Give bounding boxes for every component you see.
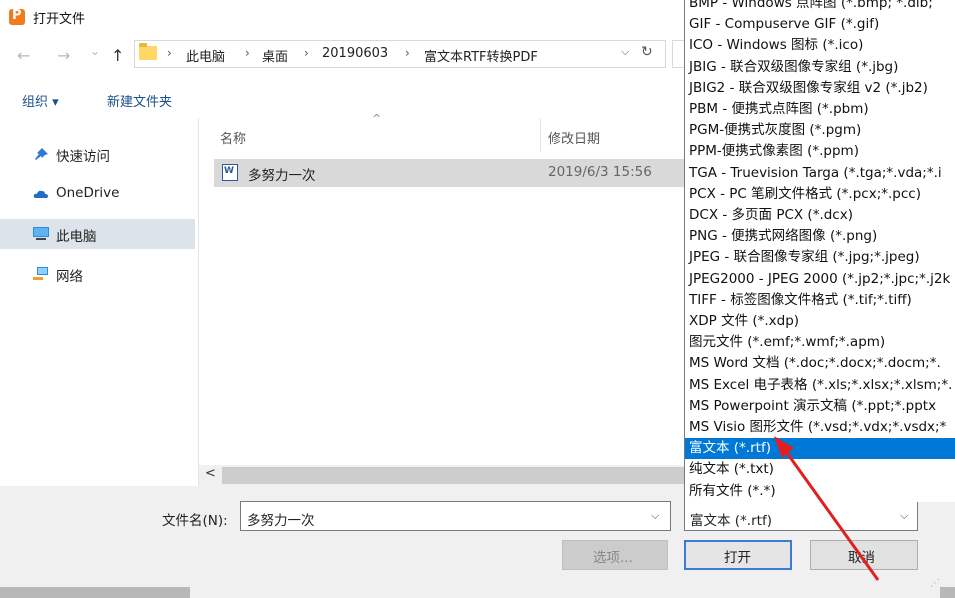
annotation-arrow-icon [774,436,880,581]
new-folder-button[interactable]: 新建文件夹 [107,91,172,110]
chevron-down-icon[interactable]: ⌵ [900,509,908,523]
back-arrow-icon[interactable]: ← [17,46,30,65]
breadcrumb-separator[interactable]: › [304,46,309,60]
breadcrumb-current-folder[interactable]: 富文本RTF转换PDF [424,46,538,65]
search-input[interactable] [672,40,684,68]
navigation-pane [0,118,199,486]
filename-value[interactable]: 多努力一次 [247,509,315,529]
column-header-name[interactable]: 名称 [220,128,246,147]
column-header-date[interactable]: 修改日期 [548,128,600,147]
file-date: 2019/6/3 15:56 [548,164,652,180]
filetype-option[interactable]: BMP - Windows 点阵图 (*.bmp; *.dib; [689,0,933,14]
filetype-option[interactable]: TIFF - 标签图像文件格式 (*.tif;*.tiff) [689,290,912,311]
breadcrumb-this-pc[interactable]: 此电脑 [186,46,225,65]
chevron-down-icon[interactable]: ⌵ [621,45,629,59]
breadcrumb-separator[interactable]: › [167,46,172,60]
recent-locations-icon[interactable]: ⌄ [90,44,100,58]
filetype-option[interactable]: DCX - 多页面 PCX (*.dcx) [689,205,853,226]
sidebar-item-label: 快速访问 [56,149,110,165]
filetype-option[interactable]: JBIG - 联合双级图像专家组 (*.jbg) [689,57,898,78]
scroll-left-icon[interactable]: < [205,466,216,481]
sidebar-item-onedrive[interactable]: OneDrive [0,179,195,209]
filetype-option[interactable]: JBIG2 - 联合双级图像专家组 v2 (*.jb2) [689,78,928,99]
breadcrumb-separator[interactable]: › [245,46,250,60]
filetype-option[interactable]: PNG - 便携式网络图像 (*.png) [689,226,877,247]
filetype-option[interactable]: PBM - 便携式点阵图 (*.pbm) [689,99,869,120]
filetype-option[interactable]: PGM-便携式灰度图 (*.pgm) [689,120,861,141]
breadcrumb-desktop[interactable]: 桌面 [262,46,288,65]
sidebar-item-label: 网络 [56,269,83,285]
options-button-label: 选项... [593,550,633,566]
sidebar-item-this-pc[interactable]: 此电脑 [0,219,195,249]
column-divider[interactable] [540,118,541,152]
folder-icon [139,43,157,60]
refresh-icon[interactable]: ↻ [641,44,653,60]
filetype-option[interactable]: PPM-便携式像素图 (*.ppm) [689,141,859,162]
filetype-option[interactable]: JPEG2000 - JPEG 2000 (*.jp2;*.jpc;*.j2k [689,269,950,290]
sort-ascending-icon: ^ [372,112,382,125]
filetype-option[interactable]: 图元文件 (*.emf;*.wmf;*.apm) [689,332,885,353]
organize-button[interactable]: 组织 ▾ [22,91,59,110]
forward-arrow-icon[interactable]: → [57,46,70,65]
window-title: 打开文件 [33,12,86,27]
filetype-option[interactable]: JPEG - 联合图像专家组 (*.jpg;*.jpeg) [689,247,920,268]
filetype-option[interactable]: GIF - Compuserve GIF (*.gif) [689,14,879,35]
open-button-label: 打开 [724,550,751,566]
sidebar-item-network[interactable]: 网络 [0,259,195,289]
filetype-option[interactable]: MS Word 文档 (*.doc;*.docx;*.docm;*. [689,353,941,374]
sidebar-item-label: 此电脑 [56,229,97,245]
cloud-icon [33,190,48,198]
breadcrumb-separator[interactable]: › [405,46,410,60]
filetype-option[interactable]: MS Powerpoint 演示文稿 (*.ppt;*.pptx [689,396,936,417]
filetype-option[interactable]: XDP 文件 (*.xdp) [689,311,799,332]
filetype-option[interactable]: PCX - PC 笔刷文件格式 (*.pcx;*.pcc) [689,184,921,205]
up-arrow-icon[interactable]: ↑ [111,46,124,65]
word-doc-icon [222,164,238,181]
chevron-down-icon[interactable]: ⌵ [651,509,659,523]
filetype-option[interactable]: MS Excel 电子表格 (*.xls;*.xlsx;*.xlsm;*. [689,375,952,396]
filetype-dropdown-list[interactable]: BMP - Windows 点阵图 (*.bmp; *.dib; GIF - Co… [684,0,955,502]
app-icon [9,8,25,25]
breadcrumb-20190603[interactable]: 20190603 [322,46,388,61]
computer-icon [33,227,49,240]
scrollbar-thumb[interactable] [222,467,684,484]
sidebar-item-label: OneDrive [56,185,120,201]
filetype-option[interactable]: TGA - Truevision Targa (*.tga;*.vda;*.i [689,163,942,184]
file-name[interactable]: 多努力一次 [248,164,316,184]
sidebar-item-quick-access[interactable]: 快速访问 [0,139,195,169]
filetype-option[interactable]: ICO - Windows 图标 (*.ico) [689,35,863,56]
filename-label: 文件名(N): [162,513,228,529]
network-icon [33,267,48,280]
pin-icon [35,148,48,160]
